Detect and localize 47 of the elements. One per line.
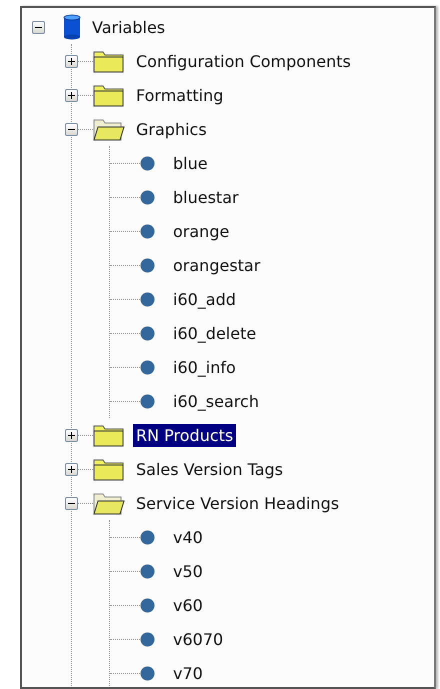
- tree-item[interactable]: v40: [170, 526, 206, 548]
- tree-item[interactable]: Graphics: [133, 118, 210, 140]
- tree-item[interactable]: v70: [170, 662, 206, 684]
- tree-item[interactable]: orangestar: [170, 254, 264, 276]
- collapse-toggle[interactable]: [65, 496, 78, 510]
- folder-icon: [93, 457, 125, 481]
- expand-toggle[interactable]: [65, 462, 78, 476]
- database-icon: [63, 14, 81, 40]
- tree-item[interactable]: Formatting: [133, 84, 226, 106]
- tree-item[interactable]: bluestar: [170, 186, 242, 208]
- dot-icon: [140, 598, 155, 612]
- dot-icon: [140, 190, 155, 204]
- tree-item[interactable]: v6070: [170, 628, 226, 650]
- tree-item[interactable]: i60_add: [170, 288, 239, 310]
- tree-item[interactable]: Sales Version Tags: [133, 458, 286, 480]
- tree-item[interactable]: v50: [170, 560, 206, 582]
- dot-icon: [140, 258, 155, 272]
- dot-icon: [140, 224, 155, 238]
- tree-item[interactable]: Service Version Headings: [133, 492, 342, 514]
- folder-icon: [93, 49, 125, 73]
- dot-icon: [140, 326, 155, 340]
- dot-icon: [140, 394, 155, 408]
- tree-item[interactable]: Configuration Components: [133, 50, 354, 72]
- folder-icon: [93, 423, 125, 447]
- folder-icon: [93, 83, 125, 107]
- tree-item[interactable]: i60_info: [170, 356, 239, 378]
- dot-icon: [140, 530, 155, 544]
- dot-icon: [140, 564, 155, 578]
- dot-icon: [140, 360, 155, 374]
- dot-icon: [140, 292, 155, 306]
- collapse-toggle[interactable]: [32, 20, 45, 34]
- dot-icon: [140, 666, 155, 680]
- tree-item[interactable]: blue: [170, 152, 211, 174]
- open-folder-icon: [93, 117, 125, 141]
- tree-item[interactable]: orange: [170, 220, 232, 242]
- dot-icon: [140, 156, 155, 170]
- open-folder-icon: [93, 491, 125, 515]
- expand-toggle[interactable]: [65, 88, 78, 102]
- tree-item[interactable]: RN Products: [133, 424, 236, 446]
- tree-item[interactable]: i60_delete: [170, 322, 260, 344]
- tree-item[interactable]: i60_search: [170, 390, 262, 412]
- tree-item[interactable]: Variables: [89, 16, 168, 38]
- collapse-toggle[interactable]: [65, 122, 78, 136]
- expand-toggle[interactable]: [65, 428, 78, 442]
- tree-item[interactable]: v60: [170, 594, 206, 616]
- expand-toggle[interactable]: [65, 54, 78, 68]
- dot-icon: [140, 632, 155, 646]
